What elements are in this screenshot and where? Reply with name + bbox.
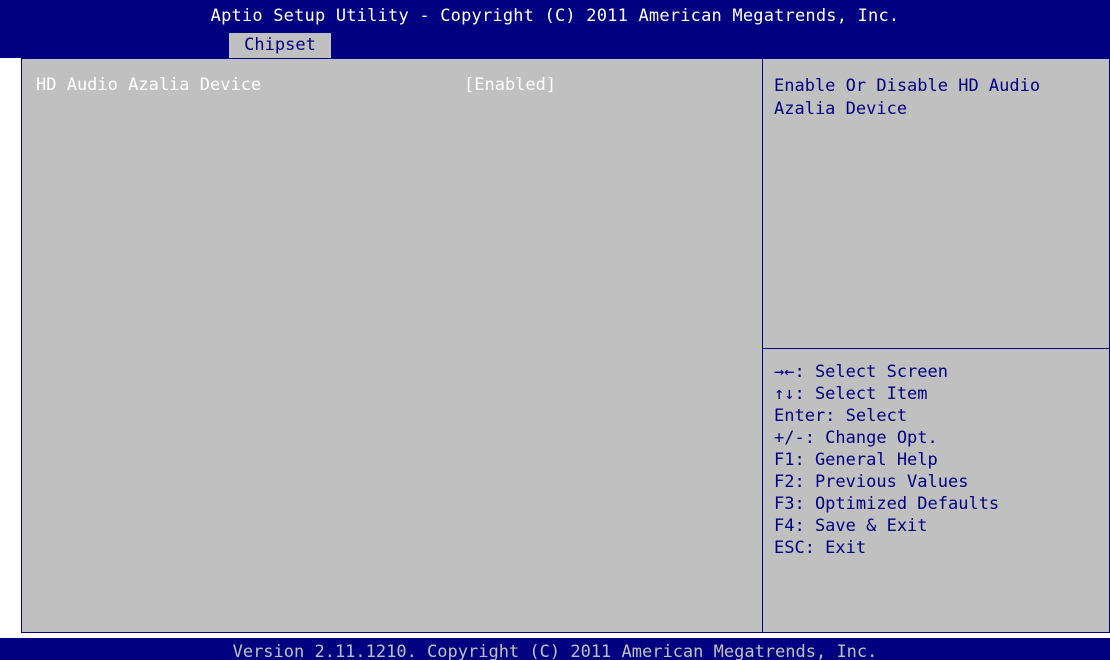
key-hint-change-opt: +/-: Change Opt.	[774, 428, 938, 448]
key-legend: →←: Select Screen ↑↓: Select Item Enter:…	[774, 361, 999, 559]
setting-value-dropdown[interactable]: [Enabled]	[464, 75, 556, 95]
key-hint-enter-select: Enter: Select	[774, 406, 908, 426]
key-hint-select-screen: →←: Select Screen	[774, 362, 948, 382]
key-hint-general-help: F1: General Help	[774, 450, 938, 470]
key-hint-save-exit: F4: Save & Exit	[774, 516, 928, 536]
setting-hd-audio-azalia-device[interactable]: HD Audio Azalia Device [Enabled]	[36, 73, 746, 97]
tab-chipset[interactable]: Chipset	[229, 33, 331, 58]
item-help-text: Enable Or Disable HD Audio Azalia Device	[774, 76, 1041, 119]
help-divider	[763, 348, 1110, 349]
key-hint-optimized-defaults: F3: Optimized Defaults	[774, 494, 1000, 514]
version-footer: Version 2.11.1210. Copyright (C) 2011 Am…	[0, 638, 1110, 660]
panel-divider	[762, 58, 763, 633]
key-hint-select-item: ↑↓: Select Item	[774, 384, 928, 404]
setting-label: HD Audio Azalia Device	[36, 75, 262, 95]
key-hint-previous-values: F2: Previous Values	[774, 472, 969, 492]
key-hint-esc-exit: ESC: Exit	[774, 538, 867, 558]
title-bar: Aptio Setup Utility - Copyright (C) 2011…	[0, 0, 1110, 58]
app-title: Aptio Setup Utility - Copyright (C) 2011…	[210, 6, 900, 26]
